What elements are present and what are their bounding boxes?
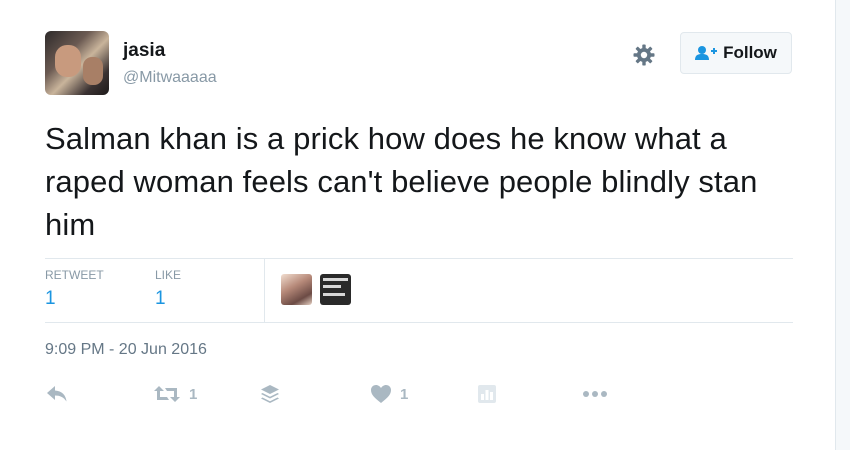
liker-avatar-graphic — [323, 285, 341, 288]
window-edge — [835, 0, 850, 450]
like-stat-count[interactable]: 1 — [155, 288, 181, 310]
retweet-button[interactable]: 1 — [153, 380, 197, 408]
follow-label: Follow — [723, 43, 777, 62]
avatar-face — [55, 45, 81, 77]
analytics-button[interactable] — [477, 380, 497, 408]
tweet-timestamp[interactable]: 9:09 PM - 20 Jun 2016 — [45, 341, 207, 359]
retweet-action-count: 1 — [189, 385, 198, 403]
retweet-stat-label: RETWEET — [45, 268, 104, 282]
more-icon — [583, 391, 607, 397]
liker-avatar-graphic — [323, 293, 345, 296]
user-handle[interactable]: @Mitwaaaaa — [123, 69, 217, 87]
stats-divider — [264, 259, 265, 322]
retweet-stat-count[interactable]: 1 — [45, 288, 104, 310]
gear-icon[interactable] — [632, 43, 656, 67]
avatar[interactable] — [45, 31, 109, 95]
liker-avatar[interactable] — [320, 274, 351, 305]
reply-button[interactable] — [45, 380, 69, 408]
liker-avatar[interactable] — [281, 274, 312, 305]
more-button[interactable] — [582, 380, 608, 408]
like-action-count: 1 — [400, 385, 409, 403]
user-name[interactable]: jasia — [123, 40, 165, 62]
retweet-icon — [154, 386, 180, 402]
liker-avatar-graphic — [323, 278, 348, 281]
heart-icon — [371, 385, 391, 403]
stack-icon — [261, 385, 279, 403]
like-button[interactable]: 1 — [370, 380, 408, 408]
like-stat-label: LIKE — [155, 268, 182, 282]
analytics-icon — [478, 385, 496, 403]
retweet-stat[interactable]: RETWEET 1 — [45, 268, 104, 310]
reply-icon — [47, 386, 67, 402]
like-stat[interactable]: LIKE 1 — [155, 268, 181, 310]
avatar-face-secondary — [83, 57, 103, 85]
tweet-text: Salman khan is a prick how does he know … — [45, 121, 758, 242]
follow-button[interactable]: Follow — [680, 32, 792, 74]
tweet-stats: RETWEET 1 LIKE 1 — [45, 258, 793, 323]
buffer-button[interactable] — [259, 380, 281, 408]
follow-user-icon — [695, 46, 718, 60]
